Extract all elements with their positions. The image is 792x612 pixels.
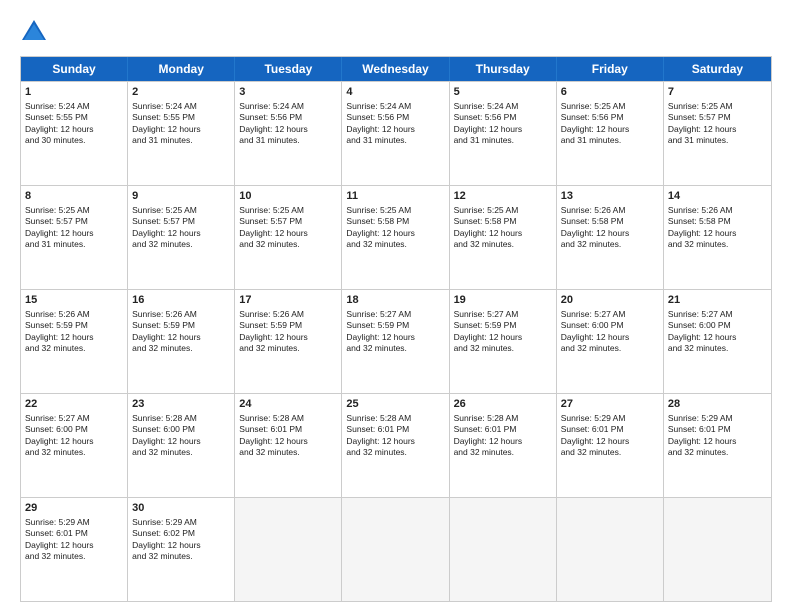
cal-cell-8: 8Sunrise: 5:25 AMSunset: 5:57 PMDaylight… [21,186,128,289]
cal-cell-empty [450,498,557,601]
cal-cell-14: 14Sunrise: 5:26 AMSunset: 5:58 PMDayligh… [664,186,771,289]
cal-cell-27: 27Sunrise: 5:29 AMSunset: 6:01 PMDayligh… [557,394,664,497]
calendar-row-4: 22Sunrise: 5:27 AMSunset: 6:00 PMDayligh… [21,393,771,497]
cal-cell-22: 22Sunrise: 5:27 AMSunset: 6:00 PMDayligh… [21,394,128,497]
calendar-body: 1Sunrise: 5:24 AMSunset: 5:55 PMDaylight… [21,81,771,601]
cal-cell-25: 25Sunrise: 5:28 AMSunset: 6:01 PMDayligh… [342,394,449,497]
cal-cell-empty [342,498,449,601]
calendar-row-5: 29Sunrise: 5:29 AMSunset: 6:01 PMDayligh… [21,497,771,601]
cal-cell-empty [235,498,342,601]
logo [20,18,52,46]
cal-cell-29: 29Sunrise: 5:29 AMSunset: 6:01 PMDayligh… [21,498,128,601]
cal-cell-1: 1Sunrise: 5:24 AMSunset: 5:55 PMDaylight… [21,82,128,185]
cal-cell-28: 28Sunrise: 5:29 AMSunset: 6:01 PMDayligh… [664,394,771,497]
calendar-row-1: 1Sunrise: 5:24 AMSunset: 5:55 PMDaylight… [21,81,771,185]
cal-cell-7: 7Sunrise: 5:25 AMSunset: 5:57 PMDaylight… [664,82,771,185]
header-day-sunday: Sunday [21,57,128,81]
page: SundayMondayTuesdayWednesdayThursdayFrid… [0,0,792,612]
cal-cell-19: 19Sunrise: 5:27 AMSunset: 5:59 PMDayligh… [450,290,557,393]
cal-cell-4: 4Sunrise: 5:24 AMSunset: 5:56 PMDaylight… [342,82,449,185]
calendar-header: SundayMondayTuesdayWednesdayThursdayFrid… [21,57,771,81]
header-day-tuesday: Tuesday [235,57,342,81]
cal-cell-20: 20Sunrise: 5:27 AMSunset: 6:00 PMDayligh… [557,290,664,393]
calendar: SundayMondayTuesdayWednesdayThursdayFrid… [20,56,772,602]
cal-cell-2: 2Sunrise: 5:24 AMSunset: 5:55 PMDaylight… [128,82,235,185]
cal-cell-3: 3Sunrise: 5:24 AMSunset: 5:56 PMDaylight… [235,82,342,185]
header [20,18,772,46]
cal-cell-24: 24Sunrise: 5:28 AMSunset: 6:01 PMDayligh… [235,394,342,497]
header-day-friday: Friday [557,57,664,81]
cal-cell-12: 12Sunrise: 5:25 AMSunset: 5:58 PMDayligh… [450,186,557,289]
header-day-monday: Monday [128,57,235,81]
cal-cell-15: 15Sunrise: 5:26 AMSunset: 5:59 PMDayligh… [21,290,128,393]
cal-cell-9: 9Sunrise: 5:25 AMSunset: 5:57 PMDaylight… [128,186,235,289]
cal-cell-18: 18Sunrise: 5:27 AMSunset: 5:59 PMDayligh… [342,290,449,393]
calendar-row-2: 8Sunrise: 5:25 AMSunset: 5:57 PMDaylight… [21,185,771,289]
cal-cell-26: 26Sunrise: 5:28 AMSunset: 6:01 PMDayligh… [450,394,557,497]
header-day-wednesday: Wednesday [342,57,449,81]
cal-cell-13: 13Sunrise: 5:26 AMSunset: 5:58 PMDayligh… [557,186,664,289]
cal-cell-empty [557,498,664,601]
cal-cell-10: 10Sunrise: 5:25 AMSunset: 5:57 PMDayligh… [235,186,342,289]
cal-cell-6: 6Sunrise: 5:25 AMSunset: 5:56 PMDaylight… [557,82,664,185]
calendar-row-3: 15Sunrise: 5:26 AMSunset: 5:59 PMDayligh… [21,289,771,393]
header-day-saturday: Saturday [664,57,771,81]
cal-cell-5: 5Sunrise: 5:24 AMSunset: 5:56 PMDaylight… [450,82,557,185]
cal-cell-16: 16Sunrise: 5:26 AMSunset: 5:59 PMDayligh… [128,290,235,393]
header-day-thursday: Thursday [450,57,557,81]
cal-cell-11: 11Sunrise: 5:25 AMSunset: 5:58 PMDayligh… [342,186,449,289]
logo-icon [20,18,48,46]
cal-cell-30: 30Sunrise: 5:29 AMSunset: 6:02 PMDayligh… [128,498,235,601]
cal-cell-21: 21Sunrise: 5:27 AMSunset: 6:00 PMDayligh… [664,290,771,393]
cal-cell-empty [664,498,771,601]
cal-cell-23: 23Sunrise: 5:28 AMSunset: 6:00 PMDayligh… [128,394,235,497]
cal-cell-17: 17Sunrise: 5:26 AMSunset: 5:59 PMDayligh… [235,290,342,393]
